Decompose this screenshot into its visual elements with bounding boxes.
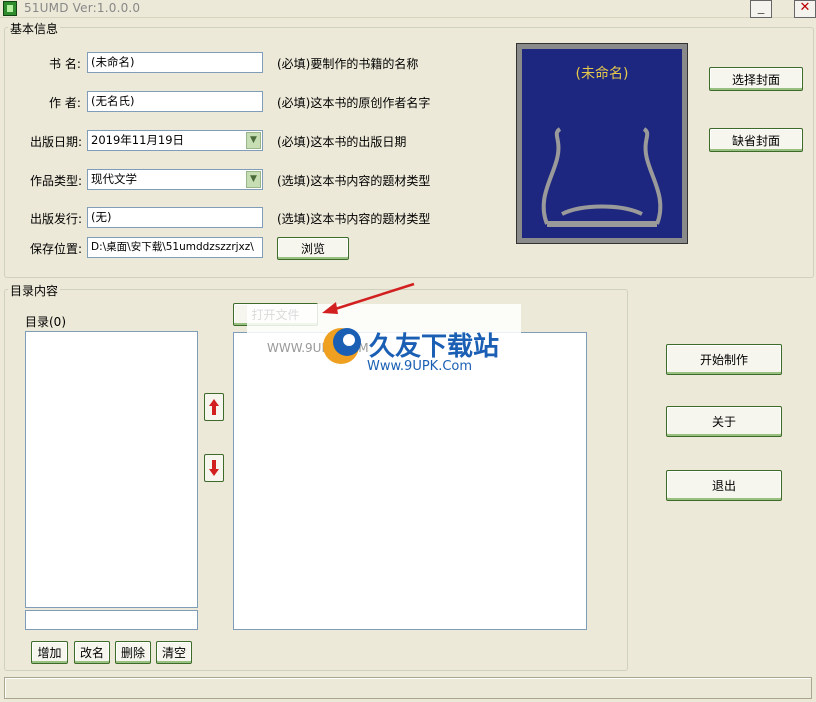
book-name-value: (未命名)	[91, 55, 135, 69]
toc-list[interactable]	[25, 331, 198, 608]
genre-select[interactable]: 现代文学 ▼	[87, 169, 263, 190]
date-dropdown-icon[interactable]: ▼	[246, 132, 261, 149]
author-label: 作 者:	[49, 96, 81, 110]
title-bar: 51UMD Ver:1.0.0.0 _ ✕	[0, 0, 816, 18]
watermark-brand: 久友下载站	[369, 332, 500, 362]
start-button[interactable]: 开始制作	[666, 344, 782, 375]
status-bar	[4, 677, 812, 699]
toc-list-label: 目录(0)	[25, 315, 66, 329]
book-name-label: 书 名:	[49, 57, 81, 71]
publisher-value: (无)	[91, 210, 112, 224]
publish-date-picker[interactable]: 2019年11月19日 ▼	[87, 130, 263, 151]
arrow-down-icon	[209, 460, 219, 476]
window-title: 51UMD Ver:1.0.0.0	[24, 1, 141, 15]
publish-date-hint: (必填)这本书的出版日期	[277, 135, 407, 149]
publisher-label: 出版发行:	[30, 212, 83, 226]
publisher-input[interactable]: (无)	[87, 207, 263, 228]
genre-value: 现代文学	[91, 172, 137, 186]
exit-button[interactable]: 退出	[666, 470, 782, 501]
save-location-input[interactable]: D:\桌面\安下载\51umddzszzrjxz\	[87, 237, 263, 258]
save-location-value: D:\桌面\安下载\51umddzszzrjxz\	[91, 241, 254, 253]
publish-date-label: 出版日期:	[30, 135, 83, 149]
app-icon	[3, 1, 17, 16]
move-up-button[interactable]	[204, 393, 224, 421]
about-button[interactable]: 关于	[666, 406, 782, 437]
author-value: (无名氏)	[91, 94, 135, 108]
watermark-url: Www.9UPK.Com	[367, 359, 473, 374]
book-name-hint: (必填)要制作的书籍的名称	[277, 57, 419, 71]
annotation-arrow-icon	[322, 282, 415, 314]
toc-name-input[interactable]	[25, 610, 198, 630]
move-down-button[interactable]	[204, 454, 224, 482]
clear-button[interactable]: 清空	[156, 641, 192, 664]
save-location-label: 保存位置:	[30, 242, 83, 256]
author-input[interactable]: (无名氏)	[87, 91, 263, 112]
cover-ornament-icon	[541, 127, 663, 227]
toc-legend: 目录内容	[8, 282, 61, 299]
genre-label: 作品类型:	[30, 174, 83, 188]
select-cover-button[interactable]: 选择封面	[709, 67, 803, 91]
basic-info-legend: 基本信息	[8, 20, 61, 37]
minimize-button[interactable]: _	[750, 0, 772, 18]
delete-button[interactable]: 删除	[115, 641, 151, 664]
cover-preview: (未命名)	[516, 43, 688, 244]
rename-button[interactable]: 改名	[74, 641, 110, 664]
genre-hint: (选填)这本书内容的题材类型	[277, 174, 431, 188]
default-cover-button[interactable]: 缺省封面	[709, 128, 803, 152]
browse-button[interactable]: 浏览	[277, 237, 349, 260]
arrow-up-icon	[209, 399, 219, 415]
add-button[interactable]: 增加	[31, 641, 68, 664]
publish-date-value: 2019年11月19日	[91, 133, 185, 147]
author-hint: (必填)这本书的原创作者名字	[277, 96, 431, 110]
publisher-hint: (选填)这本书内容的题材类型	[277, 212, 431, 226]
genre-dropdown-icon[interactable]: ▼	[246, 171, 261, 188]
watermark-logo-icon	[323, 328, 361, 364]
book-name-input[interactable]: (未命名)	[87, 52, 263, 73]
close-button[interactable]: ✕	[794, 0, 816, 18]
